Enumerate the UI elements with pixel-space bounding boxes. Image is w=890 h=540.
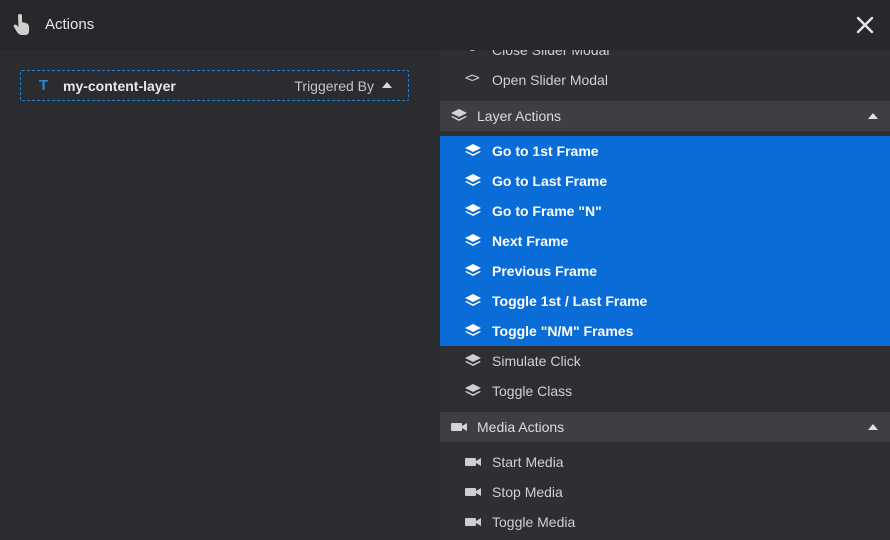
list-item-label: Toggle Class [492, 383, 573, 399]
list-item-label: Go to 1st Frame [492, 143, 599, 159]
video-camera-icon [465, 488, 481, 496]
layers-icon [465, 174, 481, 186]
list-item-label: Close Slider Modal [492, 50, 610, 58]
caret-up-icon[interactable] [868, 424, 878, 430]
list-item-label: Simulate Click [492, 353, 581, 369]
list-item-label: Toggle Media [492, 514, 576, 530]
section-label: Layer Actions [477, 108, 562, 124]
list-item-label: Start Media [492, 454, 564, 470]
video-camera-icon [465, 518, 481, 526]
pointer-hand-icon [13, 14, 29, 35]
code-icon: <> [465, 50, 480, 56]
caret-up-icon[interactable] [868, 113, 878, 119]
list-item-start-media[interactable]: Start Media [440, 447, 890, 477]
list-item-toggle-1st-last-frame[interactable]: Toggle 1st / Last Frame [440, 286, 890, 316]
triggered-by-dropdown[interactable]: Triggered By [294, 78, 374, 94]
actions-list: <> Close Slider Modal <> Open Slider Mod… [440, 50, 890, 540]
caret-up-icon[interactable] [382, 82, 392, 88]
layers-icon [465, 354, 481, 366]
video-camera-icon [451, 423, 467, 431]
close-icon[interactable] [853, 13, 877, 37]
list-item-toggle-n-m-frames[interactable]: Toggle "N/M" Frames [440, 316, 890, 346]
list-item-next-frame[interactable]: Next Frame [440, 226, 890, 256]
page-title: Actions [45, 16, 95, 33]
list-item-label: Toggle "N/M" Frames [492, 323, 634, 339]
text-layer-icon: T [39, 77, 49, 94]
layers-icon [465, 144, 481, 156]
section-media-actions[interactable]: Media Actions [440, 412, 890, 442]
list-item-simulate-click[interactable]: Simulate Click [440, 346, 890, 376]
list-item-toggle-class[interactable]: Toggle Class [440, 376, 890, 406]
layers-icon [465, 234, 481, 246]
list-item-toggle-media[interactable]: Toggle Media [440, 507, 890, 537]
list-item-go-to-1st-frame[interactable]: Go to 1st Frame [440, 136, 890, 166]
list-item-previous-frame[interactable]: Previous Frame [440, 256, 890, 286]
section-layer-actions[interactable]: Layer Actions [440, 101, 890, 131]
layers-icon [465, 324, 481, 336]
list-item-label: Go to Last Frame [492, 173, 608, 189]
layers-icon [465, 384, 481, 396]
layers-icon [451, 109, 467, 121]
layers-icon [465, 264, 481, 276]
list-item-label: Toggle 1st / Last Frame [492, 293, 648, 309]
list-item-open-slider-modal[interactable]: <> Open Slider Modal [440, 65, 890, 95]
layers-icon [465, 294, 481, 306]
video-camera-icon [465, 458, 481, 466]
section-label: Media Actions [477, 419, 565, 435]
list-item-go-to-frame-n[interactable]: Go to Frame "N" [440, 196, 890, 226]
list-item-label: Stop Media [492, 484, 563, 500]
layer-row[interactable]: T my-content-layer Triggered By [20, 70, 409, 101]
list-item-label: Previous Frame [492, 263, 598, 279]
header-bar: Actions [0, 0, 890, 50]
list-item-label: Open Slider Modal [492, 72, 608, 88]
list-item-close-slider-modal[interactable]: <> Close Slider Modal [440, 50, 890, 65]
code-icon: <> [465, 71, 480, 86]
layer-name: my-content-layer [63, 78, 176, 94]
list-item-label: Go to Frame "N" [492, 203, 602, 219]
layer-panel: T my-content-layer Triggered By [0, 50, 440, 540]
list-item-stop-media[interactable]: Stop Media [440, 477, 890, 507]
list-item-label: Next Frame [492, 233, 569, 249]
layers-icon [465, 204, 481, 216]
list-item-go-to-last-frame[interactable]: Go to Last Frame [440, 166, 890, 196]
